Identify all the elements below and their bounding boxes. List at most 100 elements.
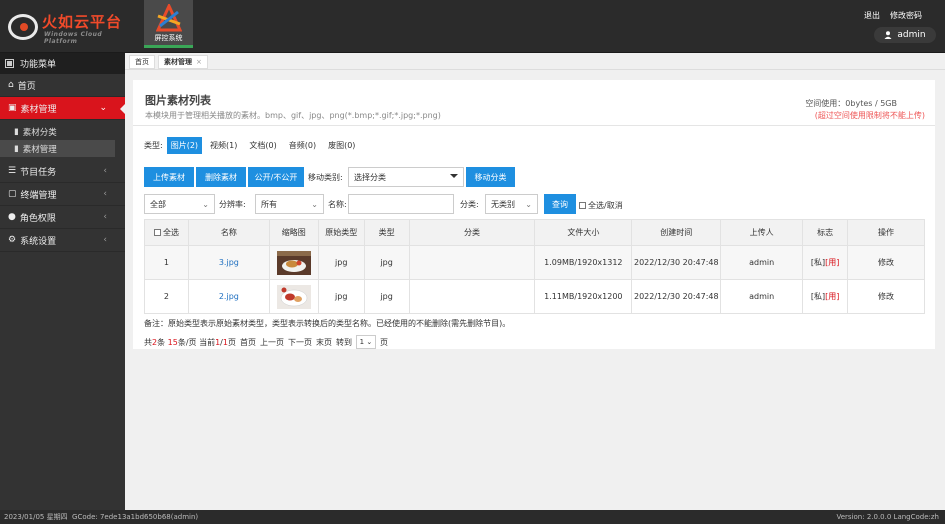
pager-prev[interactable]: 上一页: [260, 337, 284, 348]
header-action: 操作: [847, 219, 925, 246]
search-button[interactable]: 查询: [544, 194, 576, 214]
type-tab-video[interactable]: 视频(1): [206, 137, 241, 154]
sidebar: 功能菜单 ⌂ 首页 ▣ 素材管理 ⌄ ▮ 素材分类 ▮ 素材管理 ☰ 节目任务 …: [0, 53, 126, 510]
table-row[interactable]: 1 3.jpg jpg jpg 1.09MB/1920x1312 2022/12…: [144, 245, 925, 280]
sidebar-item-label: 系统设置: [20, 236, 57, 247]
move-category-label: 移动类别:: [308, 173, 343, 182]
row-category: [408, 245, 536, 280]
menu-panel-icon: [5, 59, 14, 68]
header-category: 分类: [408, 219, 536, 246]
used-flag: [用]: [825, 258, 840, 267]
delete-button[interactable]: 删除素材: [196, 167, 246, 187]
row-flags: [私][用]: [802, 245, 849, 280]
row-uploader: admin: [720, 245, 804, 280]
user-icon: [884, 31, 892, 39]
user-name: admin: [897, 30, 926, 40]
row-edit-link[interactable]: 修改: [847, 245, 925, 280]
row-created: 2022/12/30 20:47:48: [631, 245, 722, 280]
scope-value: 全部: [150, 199, 166, 209]
header-file-size: 文件大小: [534, 219, 633, 246]
row-name[interactable]: 2.jpg: [187, 279, 270, 314]
publicize-button[interactable]: 公开/不公开: [248, 167, 304, 187]
users-icon: ●: [8, 212, 16, 222]
upload-button[interactable]: 上传素材: [144, 167, 194, 187]
header-uploader: 上传人: [720, 219, 804, 246]
pager-first[interactable]: 首页: [240, 337, 256, 348]
sidebar-item-label: 素材管理: [20, 104, 57, 115]
name-input[interactable]: [348, 194, 454, 214]
monitor-icon: ▢: [8, 189, 17, 199]
private-flag[interactable]: [私]: [811, 258, 825, 267]
select-all-toggle[interactable]: 全选/取消: [579, 200, 623, 211]
module-label: 屏控系统: [154, 34, 183, 42]
scope-select[interactable]: 全部 ⌄: [144, 194, 215, 214]
user-menu[interactable]: admin: [874, 27, 936, 43]
pager-goto-select[interactable]: 1 ⌄: [355, 335, 376, 349]
module-screen-control[interactable]: 屏控系统: [144, 0, 193, 48]
row-name[interactable]: 3.jpg: [187, 245, 270, 280]
move-category-button[interactable]: 移动分类: [466, 167, 515, 187]
material-submenu: ▮ 素材分类 ▮ 素材管理: [0, 120, 125, 160]
sidebar-header: 功能菜单: [0, 53, 125, 74]
row-flags: [私][用]: [802, 279, 849, 314]
pager-summary: 共2条 15条/页 当前1/1页: [144, 337, 236, 348]
change-password-link[interactable]: 修改密码: [890, 10, 922, 21]
pager-total-prefix: 共: [144, 337, 152, 347]
space-warning: (超过空间使用限制将不能上传): [814, 111, 925, 120]
row-original-type: jpg: [317, 279, 365, 314]
page-tabs: 首页 素材管理 ×: [125, 53, 945, 70]
sidebar-item-material[interactable]: ▣ 素材管理 ⌄: [0, 97, 126, 120]
pager-goto-label: 转到: [335, 337, 352, 347]
type-tab-audio[interactable]: 音频(0): [285, 137, 320, 154]
brand-logo[interactable]: 火如云平台 Windows Cloud Platform: [6, 8, 136, 46]
header-checkbox[interactable]: [153, 229, 161, 236]
category-select[interactable]: 无类别 ⌄: [485, 194, 538, 214]
sidebar-subitem-material-manage[interactable]: ▮ 素材管理: [0, 140, 115, 157]
pager-last[interactable]: 末页: [316, 337, 332, 348]
sidebar-item-label: 节目任务: [20, 167, 57, 178]
row-edit-link[interactable]: 修改: [847, 279, 925, 314]
home-icon: ⌂: [8, 80, 14, 90]
chevron-down-icon: ⌄: [99, 103, 107, 113]
app-header: 火如云平台 Windows Cloud Platform 屏控系统 退出 修改密…: [0, 0, 945, 53]
tab-home[interactable]: 首页: [129, 55, 155, 69]
header-created: 创建时间: [631, 219, 722, 246]
table-row[interactable]: 2 2.jpg jpg jpg 1.11MB/1920x1200 2022/12…: [144, 279, 925, 314]
type-tab-document[interactable]: 文档(0): [245, 137, 280, 154]
logout-link[interactable]: 退出: [864, 10, 880, 21]
type-tab-discarded[interactable]: 废图(0): [324, 137, 359, 154]
sidebar-subitem-material-category[interactable]: ▮ 素材分类: [0, 123, 125, 140]
used-flag: [用]: [825, 292, 840, 301]
chevron-left-icon: ‹: [103, 235, 107, 245]
pager-next[interactable]: 下一页: [288, 337, 312, 348]
close-icon[interactable]: ×: [196, 58, 202, 66]
pager-per-page-unit: 条/页: [177, 337, 197, 347]
type-tab-image[interactable]: 图片(2): [166, 137, 203, 154]
select-all-checkbox[interactable]: [579, 202, 586, 209]
move-category-select[interactable]: 选择分类: [348, 167, 464, 187]
sidebar-item-label: 首页: [17, 81, 36, 92]
food-thumbnail-image: [276, 250, 311, 275]
brand-subtitle: Windows Cloud Platform: [44, 31, 103, 45]
sidebar-item-settings[interactable]: ⚙ 系统设置 ‹: [0, 229, 125, 252]
row-thumbnail[interactable]: [268, 245, 319, 280]
sidebar-subitem-label: 素材管理: [22, 144, 57, 155]
space-usage: 空间使用：0bytes / 5GB: [805, 99, 897, 108]
sidebar-item-home[interactable]: ⌂ 首页: [0, 74, 125, 97]
name-label: 名称:: [328, 200, 347, 209]
gear-icon: ⚙: [8, 235, 17, 245]
footer-version: Version: 2.0.0.0 LangCode:zh: [836, 513, 940, 521]
row-thumbnail[interactable]: [268, 279, 319, 314]
resolution-select[interactable]: 所有 ⌄: [255, 194, 324, 214]
row-original-type: jpg: [317, 245, 365, 280]
sidebar-item-terminal[interactable]: ▢ 终端管理 ‹: [0, 183, 125, 206]
sidebar-item-roles[interactable]: ● 角色权限 ‹: [0, 206, 125, 229]
row-index: 1: [144, 245, 189, 280]
sidebar-item-program-task[interactable]: ☰ 节目任务 ‹: [0, 160, 125, 183]
tab-material[interactable]: 素材管理 ×: [158, 55, 208, 69]
private-flag[interactable]: [私]: [811, 292, 825, 301]
header-select-all[interactable]: 全选: [144, 219, 189, 246]
row-type: jpg: [363, 279, 410, 314]
row-file-size: 1.09MB/1920x1312: [534, 245, 633, 280]
cloud-logo-icon: [8, 14, 38, 40]
